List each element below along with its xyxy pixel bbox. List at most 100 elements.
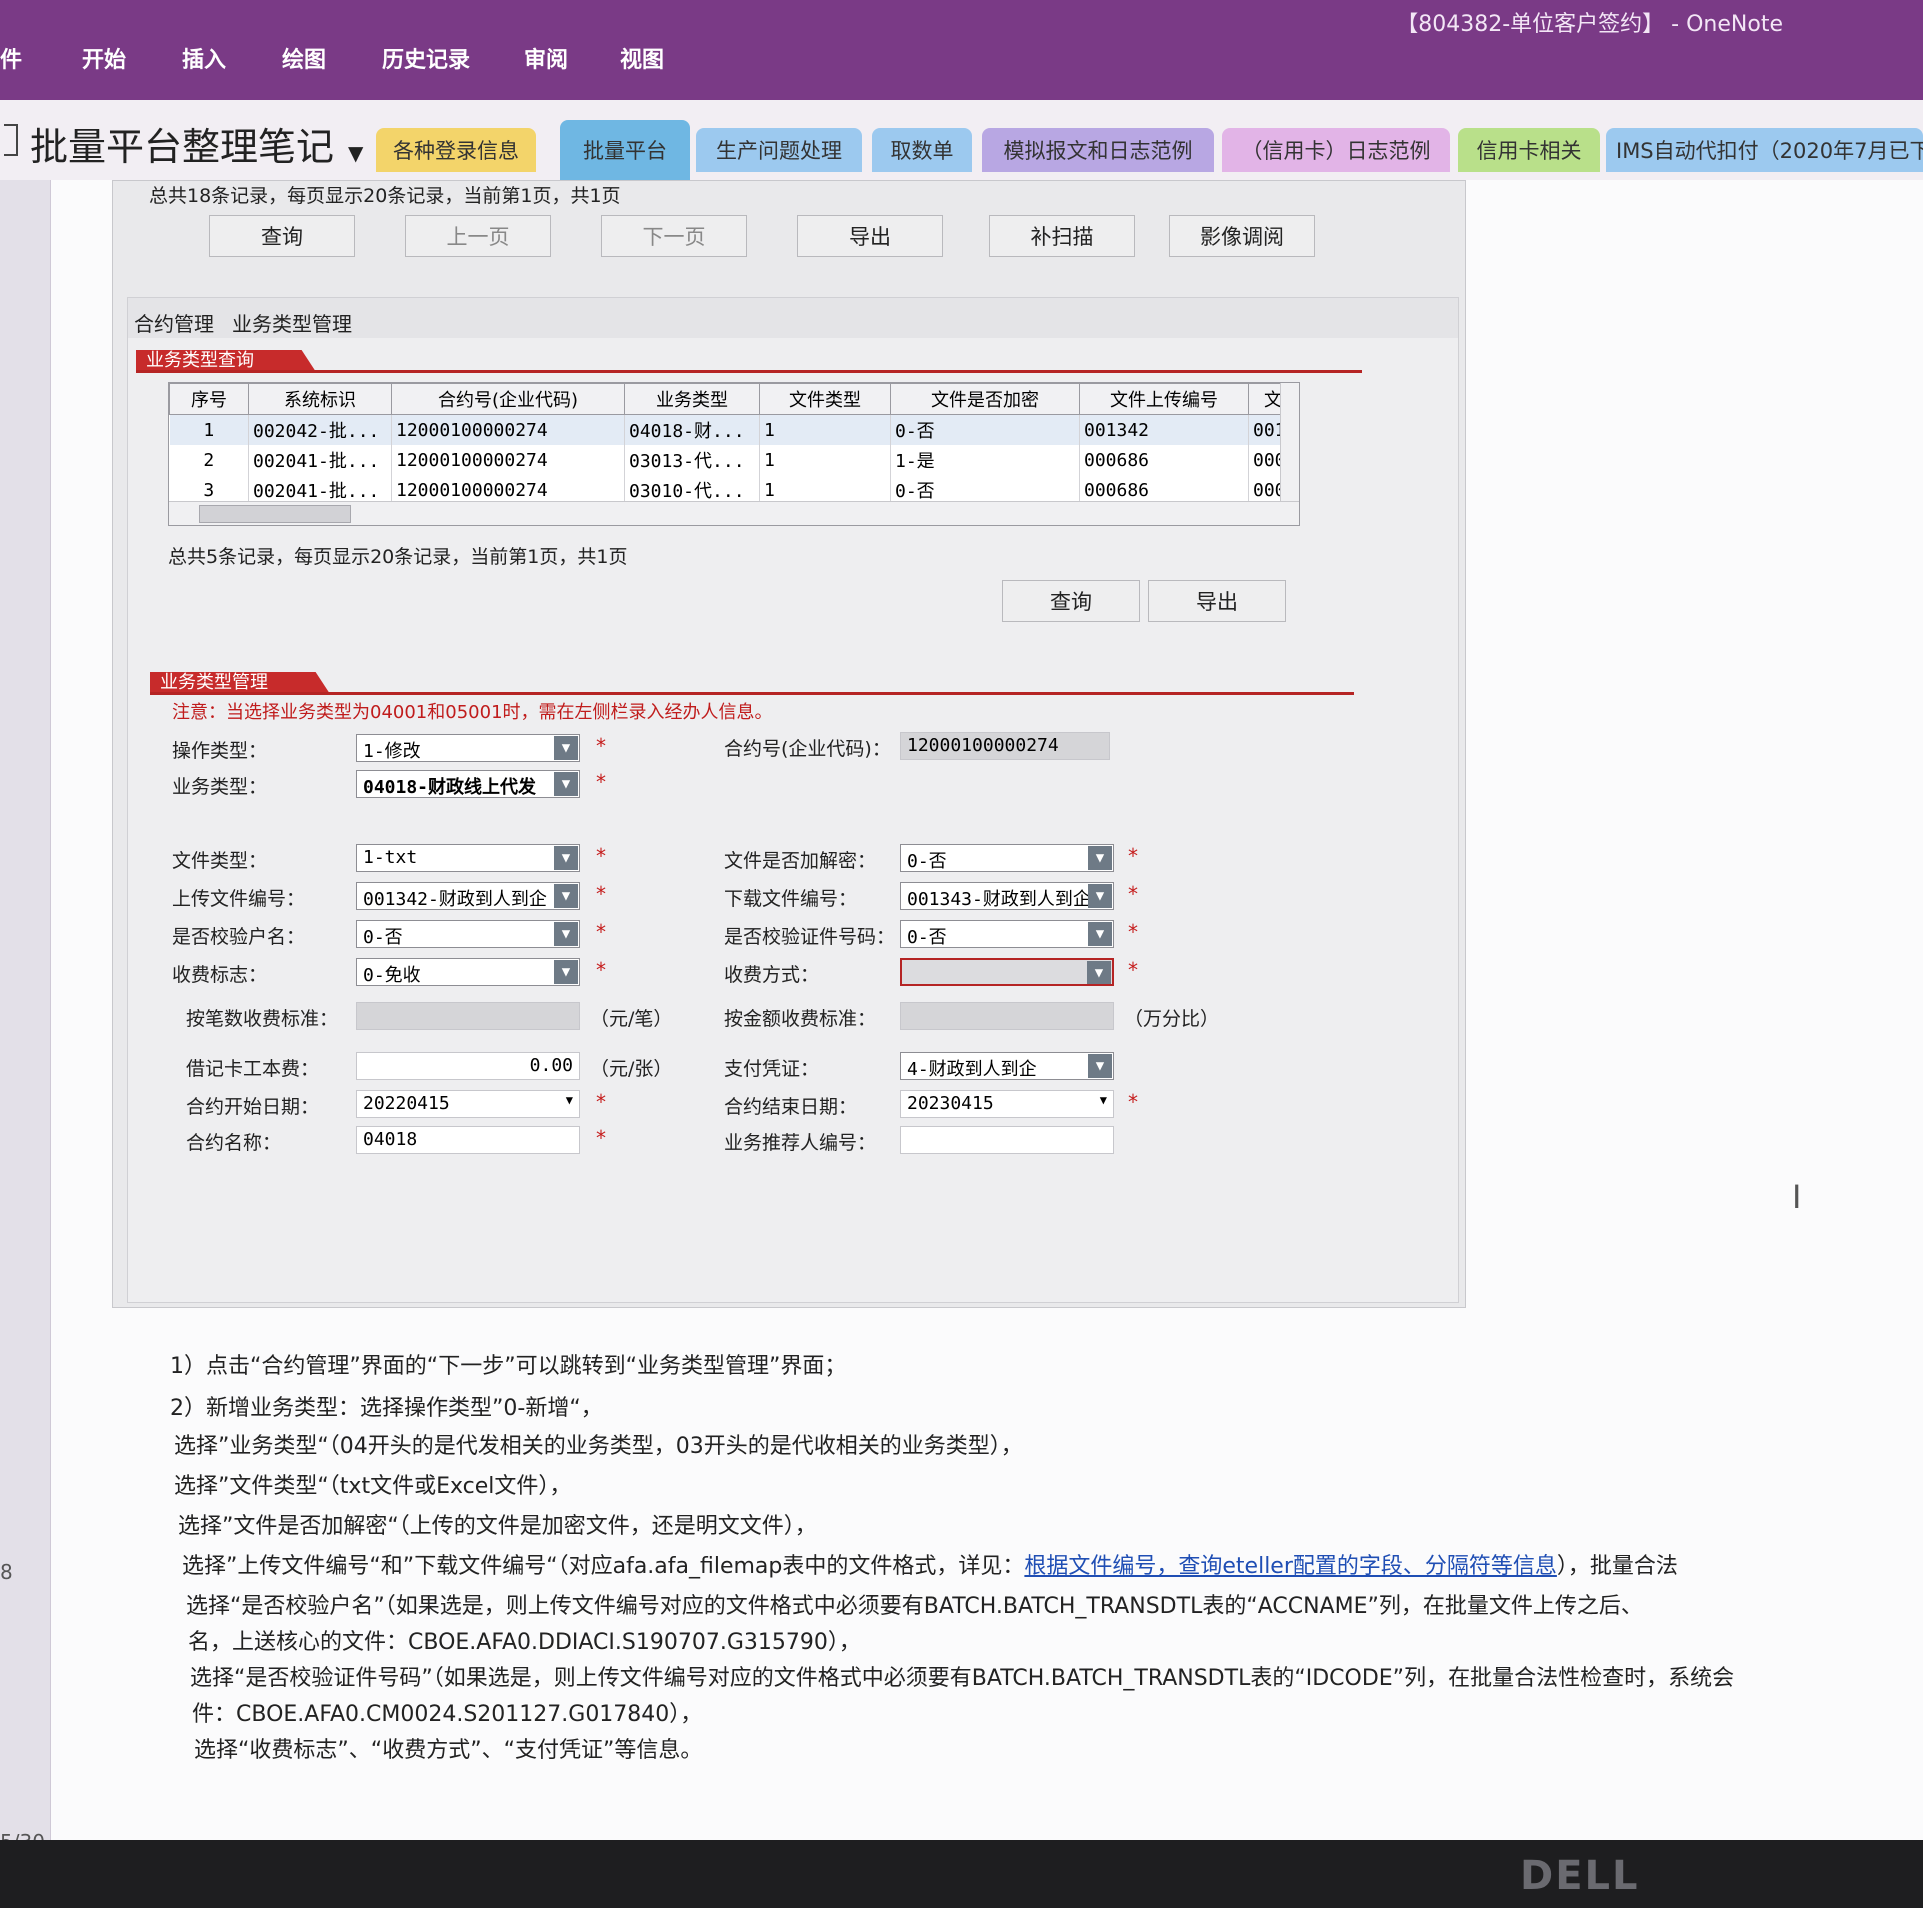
table-row[interactable]: 1 002042-批... 12000100000274 04018-财... … [169, 414, 1298, 445]
table-row[interactable]: 2 002041-批... 12000100000274 03013-代... … [169, 445, 1298, 475]
tab-production-issues[interactable]: 生产问题处理 [696, 128, 862, 172]
note-line-2: 2）新增业务类型：选择操作类型”0-新增“， [170, 1396, 603, 1421]
menu-insert[interactable]: 插入 [182, 42, 226, 74]
note-line-8: 名，上送核心的文件：CBOE.AFA0.DDIACI.S190707.G3157… [188, 1630, 861, 1655]
card-fee-input[interactable]: 0.00 [356, 1052, 580, 1080]
query-section-query-button[interactable]: 查询 [1002, 580, 1140, 622]
menu-history[interactable]: 历史记录 [382, 42, 470, 74]
col-upload-no[interactable]: 文件上传编号 [1079, 383, 1249, 415]
menu-file[interactable]: 件 [0, 42, 22, 74]
referrer-label: 业务推荐人编号： [724, 1132, 877, 1154]
chevron-down-icon: ▼ [1088, 922, 1112, 946]
fee-per-amount-input[interactable] [900, 1002, 1114, 1030]
required-mark: * [596, 958, 606, 982]
download-no-label: 下载文件编号： [724, 888, 858, 910]
subtab-contract[interactable]: 合约管理 [134, 308, 214, 337]
tab-login-info[interactable]: 各种登录信息 [376, 128, 536, 172]
chevron-down-icon: ▼ [565, 1093, 573, 1107]
card-fee-unit: （元/张） [590, 1058, 673, 1080]
rescan-button[interactable]: 补扫描 [989, 215, 1135, 257]
note-line-5: 选择”文件是否加解密“（上传的文件是加密文件，还是明文文件）， [178, 1514, 817, 1539]
horizontal-scrollbar[interactable] [169, 501, 1299, 525]
vertical-scrollbar[interactable] [1280, 383, 1299, 501]
contract-no-label: 合约号(企业代码)： [724, 738, 891, 760]
prev-page-button[interactable]: 上一页 [405, 215, 551, 257]
filemap-link[interactable]: 根据文件编号，查询eteller配置的字段、分隔符等信息 [1024, 1554, 1557, 1579]
embedded-screenshot: 总共18条记录，每页显示20条记录，当前第1页，共1页 查询 上一页 下一页 导… [112, 180, 1466, 1308]
required-mark: * [596, 844, 606, 868]
menu-view[interactable]: 视图 [620, 42, 664, 74]
query-button[interactable]: 查询 [209, 215, 355, 257]
tab-credit-card-logs[interactable]: （信用卡）日志范例 [1222, 128, 1450, 172]
menu-home[interactable]: 开始 [82, 42, 126, 74]
col-file-type[interactable]: 文件类型 [759, 383, 891, 415]
notebook-title[interactable]: 批量平台整理笔记 ▼ [30, 116, 363, 171]
cell: 1 [169, 414, 249, 445]
upload-no-select[interactable]: 001342-财政到人到企 ▼ [356, 882, 580, 910]
encrypt-select[interactable]: 0-否 ▼ [900, 844, 1114, 872]
col-biz-type[interactable]: 业务类型 [624, 383, 760, 415]
start-date-label: 合约开始日期： [186, 1096, 320, 1118]
required-mark: * [596, 1126, 606, 1150]
required-mark: * [596, 882, 606, 906]
biz-type-select[interactable]: 04018-财政线上代发 ▼ [356, 770, 580, 798]
col-contract-no[interactable]: 合约号(企业代码) [391, 383, 625, 415]
tab-data-request[interactable]: 取数单 [872, 128, 972, 172]
voucher-select[interactable]: 4-财政到人到企 ▼ [900, 1052, 1114, 1080]
referrer-input[interactable] [900, 1126, 1114, 1154]
query-table-container: 序号 系统标识 合约号(企业代码) 业务类型 文件类型 文件是否加密 文件上传编… [168, 382, 1300, 526]
manage-section-line [150, 692, 1354, 695]
end-date-input[interactable]: 20230415 ▼ [900, 1090, 1114, 1118]
contract-name-input[interactable]: 04018 [356, 1126, 580, 1154]
chevron-down-icon: ▼ [1088, 1054, 1112, 1078]
download-no-select[interactable]: 001343-财政到人到企 ▼ [900, 882, 1114, 910]
menu-draw[interactable]: 绘图 [282, 42, 326, 74]
export-button[interactable]: 导出 [797, 215, 943, 257]
query-section-export-button[interactable]: 导出 [1148, 580, 1286, 622]
required-mark: * [1128, 958, 1138, 982]
cell: 03013-代... [624, 445, 760, 475]
cell: 12000100000274 [391, 445, 625, 475]
manage-section-header: 业务类型管理 [150, 672, 330, 694]
chevron-down-icon: ▼ [554, 736, 578, 760]
chevron-down-icon: ▼ [1088, 884, 1112, 908]
note-line-9: 选择“是否校验证件号码”（如果选是，则上传文件编号对应的文件格式中必须要有BAT… [190, 1666, 1735, 1691]
col-encrypted[interactable]: 文件是否加密 [890, 383, 1080, 415]
tab-batch-platform[interactable]: 批量平台 [560, 120, 690, 180]
col-system-id[interactable]: 系统标识 [248, 383, 392, 415]
file-type-label: 文件类型： [172, 850, 268, 872]
cell: 1-是 [890, 445, 1080, 475]
fee-mode-select[interactable]: ▼ [900, 958, 1114, 986]
contract-no-input[interactable]: 12000100000274 [900, 732, 1110, 760]
tab-credit-card-related[interactable]: 信用卡相关 [1458, 128, 1600, 172]
required-mark: * [596, 770, 606, 794]
check-id-label: 是否校验证件号码： [724, 926, 896, 948]
check-id-select[interactable]: 0-否 ▼ [900, 920, 1114, 948]
note-line-1: 1）点击“合约管理”界面的“下一步”可以跳转到“业务类型管理”界面； [170, 1354, 847, 1379]
scrollbar-thumb[interactable] [199, 505, 351, 523]
subtab-biz-type[interactable]: 业务类型管理 [232, 308, 352, 337]
tab-simulated-messages[interactable]: 模拟报文和日志范例 [982, 128, 1214, 172]
text-cursor-icon: I [1792, 1178, 1802, 1216]
upload-no-label: 上传文件编号： [172, 888, 306, 910]
cell: 0-否 [890, 414, 1080, 445]
op-type-select[interactable]: 1-修改 ▼ [356, 734, 580, 762]
fee-per-item-input[interactable] [356, 1002, 580, 1030]
note-line-3: 选择”业务类型“（04开头的是代发相关的业务类型，03开头的是代收相关的业务类型… [174, 1434, 1023, 1459]
menu-review[interactable]: 审阅 [524, 42, 568, 74]
file-type-select[interactable]: 1-txt ▼ [356, 844, 580, 872]
note-line-11: 选择“收费标志”、“收费方式”、“支付凭证”等信息。 [194, 1738, 703, 1763]
note-line-4: 选择”文件类型“（txt文件或Excel文件）， [174, 1474, 572, 1499]
image-view-button[interactable]: 影像调阅 [1169, 215, 1315, 257]
col-seq[interactable]: 序号 [169, 383, 249, 415]
chevron-down-icon: ▼ [1088, 846, 1112, 870]
tab-ims-auto-debit[interactable]: IMS自动代扣付（2020年7月已下 [1606, 128, 1923, 172]
check-name-select[interactable]: 0-否 ▼ [356, 920, 580, 948]
chevron-down-icon: ▼ [554, 772, 578, 796]
fee-per-amount-unit: （万分比） [1124, 1008, 1220, 1030]
start-date-input[interactable]: 20220415 ▼ [356, 1090, 580, 1118]
next-page-button[interactable]: 下一页 [601, 215, 747, 257]
fee-flag-select[interactable]: 0-免收 ▼ [356, 958, 580, 986]
biz-type-label: 业务类型： [172, 776, 268, 798]
fee-per-item-unit: （元/笔） [590, 1008, 673, 1030]
